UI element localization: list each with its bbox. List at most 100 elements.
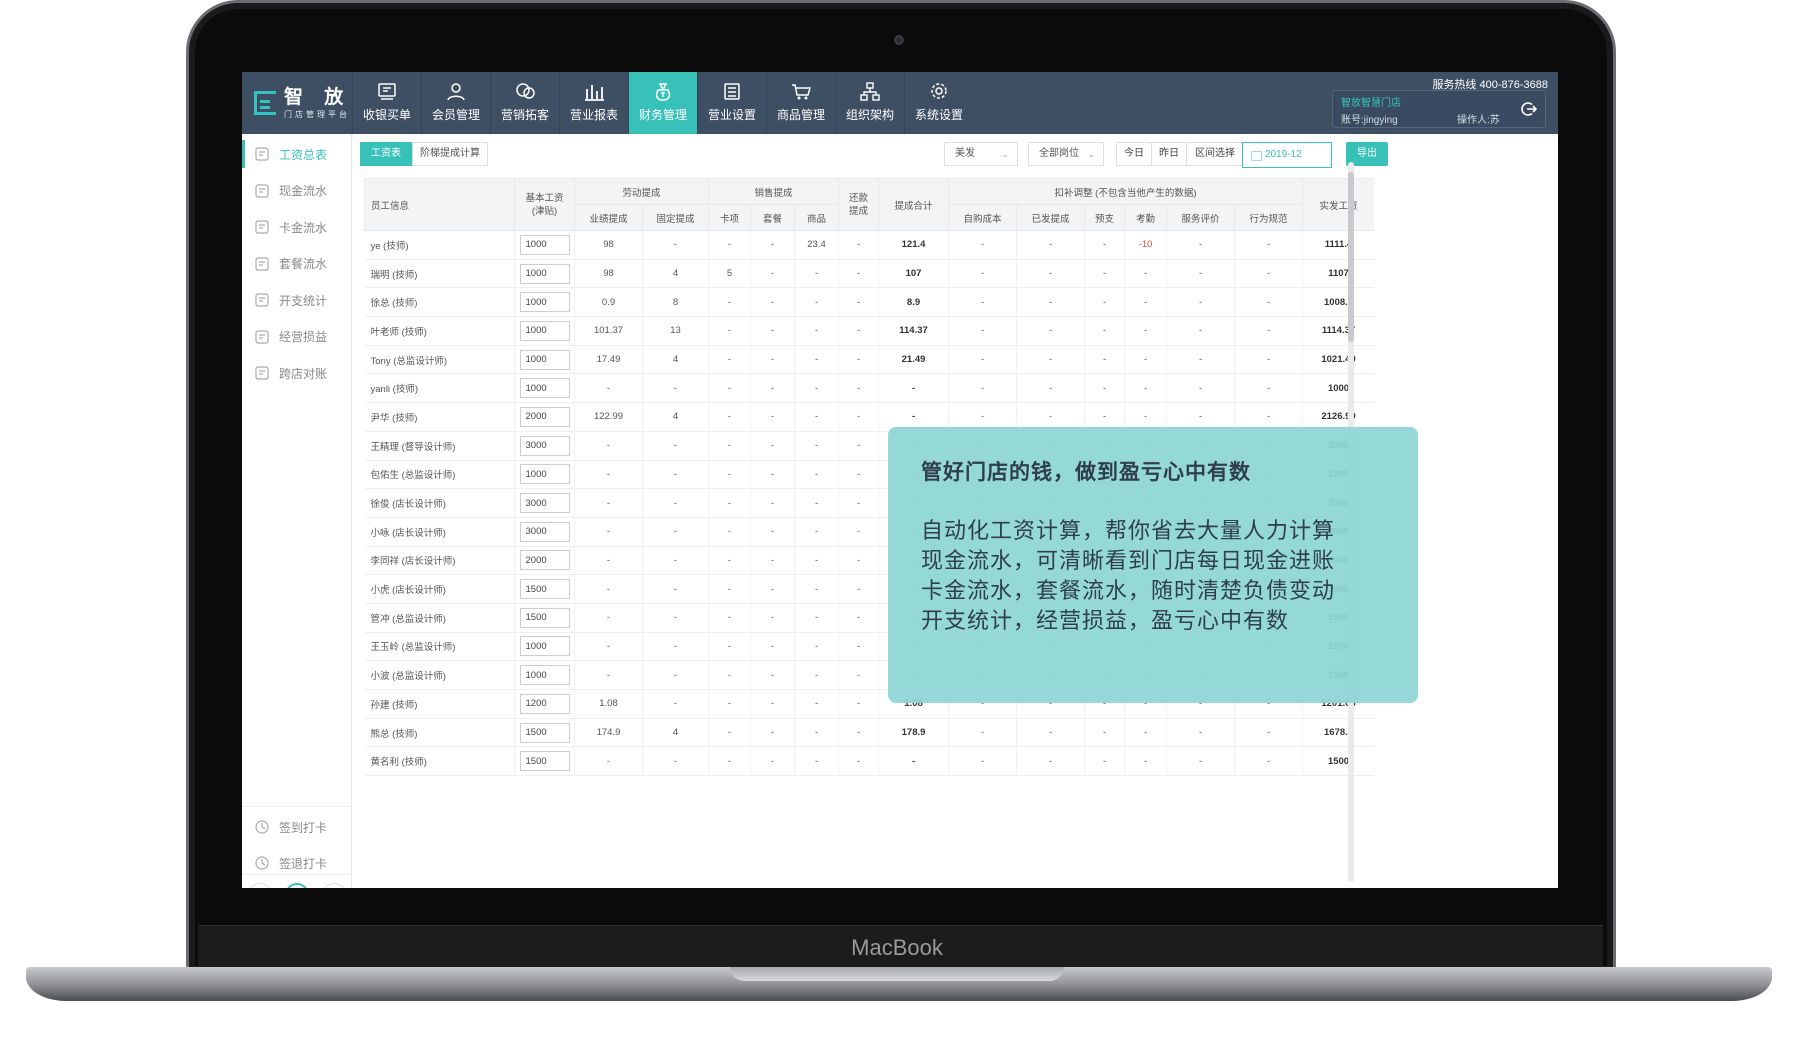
table-cell: 178.9 bbox=[878, 718, 950, 748]
clock-icon bbox=[255, 820, 269, 834]
cashier-icon bbox=[378, 83, 396, 100]
base-salary-input[interactable] bbox=[519, 292, 570, 313]
nav-item-6[interactable]: 营业设置 bbox=[697, 72, 766, 134]
table-cell: - bbox=[1084, 345, 1126, 375]
nav-item-9[interactable]: 系统设置 bbox=[904, 72, 973, 134]
logo[interactable]: 智 放 门店管理平台 bbox=[242, 72, 352, 134]
home-hub-icon[interactable]: ⌂ bbox=[284, 882, 309, 888]
base-salary-input[interactable] bbox=[519, 751, 570, 772]
nav-item-8[interactable]: 组织架构 bbox=[835, 72, 904, 134]
table-cell: - bbox=[750, 316, 796, 346]
sidebar-item-6[interactable]: 经营损益 bbox=[242, 317, 352, 357]
table-cell: - bbox=[838, 488, 880, 518]
position-select[interactable]: 全部岗位 ⌄ bbox=[1028, 142, 1104, 166]
nav-item-5[interactable]: 财务管理 bbox=[628, 72, 697, 134]
base-salary-cell bbox=[514, 632, 575, 662]
cart-icon bbox=[792, 84, 811, 100]
nav-item-3[interactable]: 营销拓客 bbox=[490, 72, 559, 134]
base-salary-input[interactable] bbox=[519, 263, 570, 284]
sidebar-bottom-item-1[interactable]: 签到打卡 bbox=[242, 807, 352, 847]
employee-name: 徐俊 (店长设计师) bbox=[364, 488, 515, 518]
base-salary-input[interactable] bbox=[519, 636, 570, 657]
table-cell: - bbox=[750, 230, 796, 260]
category-select[interactable]: 美发 ⌄ bbox=[944, 142, 1018, 166]
yesterday-button[interactable]: 昨日 bbox=[1151, 142, 1187, 166]
table-cell: - bbox=[948, 259, 1018, 289]
sidebar-item-7[interactable]: 跨店对账 bbox=[242, 353, 352, 393]
user-info-box[interactable]: 智放智慧门店 账号:jingying 操作人:苏 bbox=[1332, 90, 1546, 128]
table-cell: 1008.9 bbox=[1302, 287, 1374, 318]
expense-icon bbox=[255, 293, 269, 307]
sidebar-item-5[interactable]: 开支统计 bbox=[242, 280, 352, 320]
chevron-left-icon[interactable]: ‹ bbox=[248, 882, 273, 888]
header-product: 商品 bbox=[794, 204, 840, 231]
sidebar-tools: ‹ ⌂ ⤢ bbox=[242, 874, 352, 888]
chevron-down-icon: ⌄ bbox=[1001, 149, 1009, 159]
table-cell: - bbox=[642, 460, 710, 490]
header-refund-commission: 还款 提成 bbox=[838, 178, 880, 231]
logout-icon[interactable] bbox=[1519, 100, 1537, 118]
employee-name: 熊总 (技师) bbox=[364, 718, 515, 748]
expand-icon[interactable]: ⤢ bbox=[321, 882, 346, 888]
base-salary-cell bbox=[514, 345, 575, 375]
marketing-icon bbox=[516, 83, 535, 99]
laptop-notch bbox=[730, 967, 1064, 981]
sidebar-item-3[interactable]: 卡金流水 bbox=[242, 207, 352, 247]
sidebar-item-4[interactable]: 套餐流水 bbox=[242, 244, 352, 284]
table-cell: - bbox=[1084, 230, 1126, 260]
base-salary-input[interactable] bbox=[519, 493, 570, 514]
base-salary-input[interactable] bbox=[519, 521, 570, 542]
base-salary-input[interactable] bbox=[519, 665, 570, 686]
nav-item-7[interactable]: 商品管理 bbox=[766, 72, 835, 134]
sidebar-item-2[interactable]: 现金流水 bbox=[242, 171, 352, 211]
table-cell: - bbox=[642, 431, 710, 461]
table-cell: - bbox=[794, 603, 840, 633]
base-salary-input[interactable] bbox=[519, 349, 570, 370]
scrollbar-thumb[interactable] bbox=[1348, 172, 1354, 342]
table-cell: - bbox=[642, 660, 710, 690]
table-cell: - bbox=[708, 689, 752, 719]
table-cell: - bbox=[708, 373, 752, 404]
base-salary-input[interactable] bbox=[519, 607, 570, 628]
base-salary-input[interactable] bbox=[519, 579, 570, 600]
today-button[interactable]: 今日 bbox=[1116, 142, 1152, 166]
base-salary-input[interactable] bbox=[519, 435, 570, 456]
tab-wage-sheet[interactable]: 工资表 bbox=[360, 142, 412, 166]
table-cell: - bbox=[1016, 259, 1086, 289]
table-cell: - bbox=[642, 632, 710, 662]
range-button[interactable]: 区间选择 bbox=[1186, 142, 1244, 166]
table-cell: - bbox=[642, 488, 710, 518]
table-cell: 8.9 bbox=[878, 287, 950, 318]
base-salary-input[interactable] bbox=[519, 693, 570, 714]
table-cell: - bbox=[1124, 345, 1168, 375]
tab-tier-commission[interactable]: 阶梯提成计算 bbox=[412, 142, 488, 166]
base-salary-input[interactable] bbox=[519, 320, 570, 341]
table-cell: - bbox=[708, 660, 752, 690]
base-salary-input[interactable] bbox=[519, 406, 570, 427]
base-salary-input[interactable] bbox=[519, 234, 570, 255]
sidebar-item-1[interactable]: 工资总表 bbox=[242, 134, 352, 174]
table-cell: - bbox=[750, 488, 796, 518]
nav-item-4[interactable]: 营业报表 bbox=[559, 72, 628, 134]
base-salary-cell bbox=[514, 373, 575, 404]
base-salary-cell bbox=[514, 517, 575, 547]
nav-item-1[interactable]: 收银买单 bbox=[352, 72, 421, 134]
date-input[interactable]: 2019-12 bbox=[1242, 142, 1332, 168]
table-cell: - bbox=[948, 345, 1018, 375]
employee-name: 小波 (总监设计师) bbox=[364, 660, 515, 690]
base-salary-input[interactable] bbox=[519, 550, 570, 571]
table-cell: - bbox=[574, 746, 643, 777]
category-select-value: 美发 bbox=[955, 148, 975, 159]
header-self-cost: 自购成本 bbox=[948, 204, 1018, 231]
table-cell: - bbox=[750, 689, 796, 719]
table-cell: - bbox=[948, 373, 1018, 404]
header-paid-commission: 已发提成 bbox=[1016, 204, 1086, 231]
base-salary-input[interactable] bbox=[519, 722, 570, 743]
trend-icon bbox=[255, 329, 269, 344]
table-cell: - bbox=[794, 517, 840, 547]
nav-item-2[interactable]: 会员管理 bbox=[421, 72, 490, 134]
table-cell: - bbox=[574, 574, 643, 604]
base-salary-input[interactable] bbox=[519, 464, 570, 485]
member-icon bbox=[447, 83, 465, 101]
base-salary-input[interactable] bbox=[519, 378, 570, 399]
